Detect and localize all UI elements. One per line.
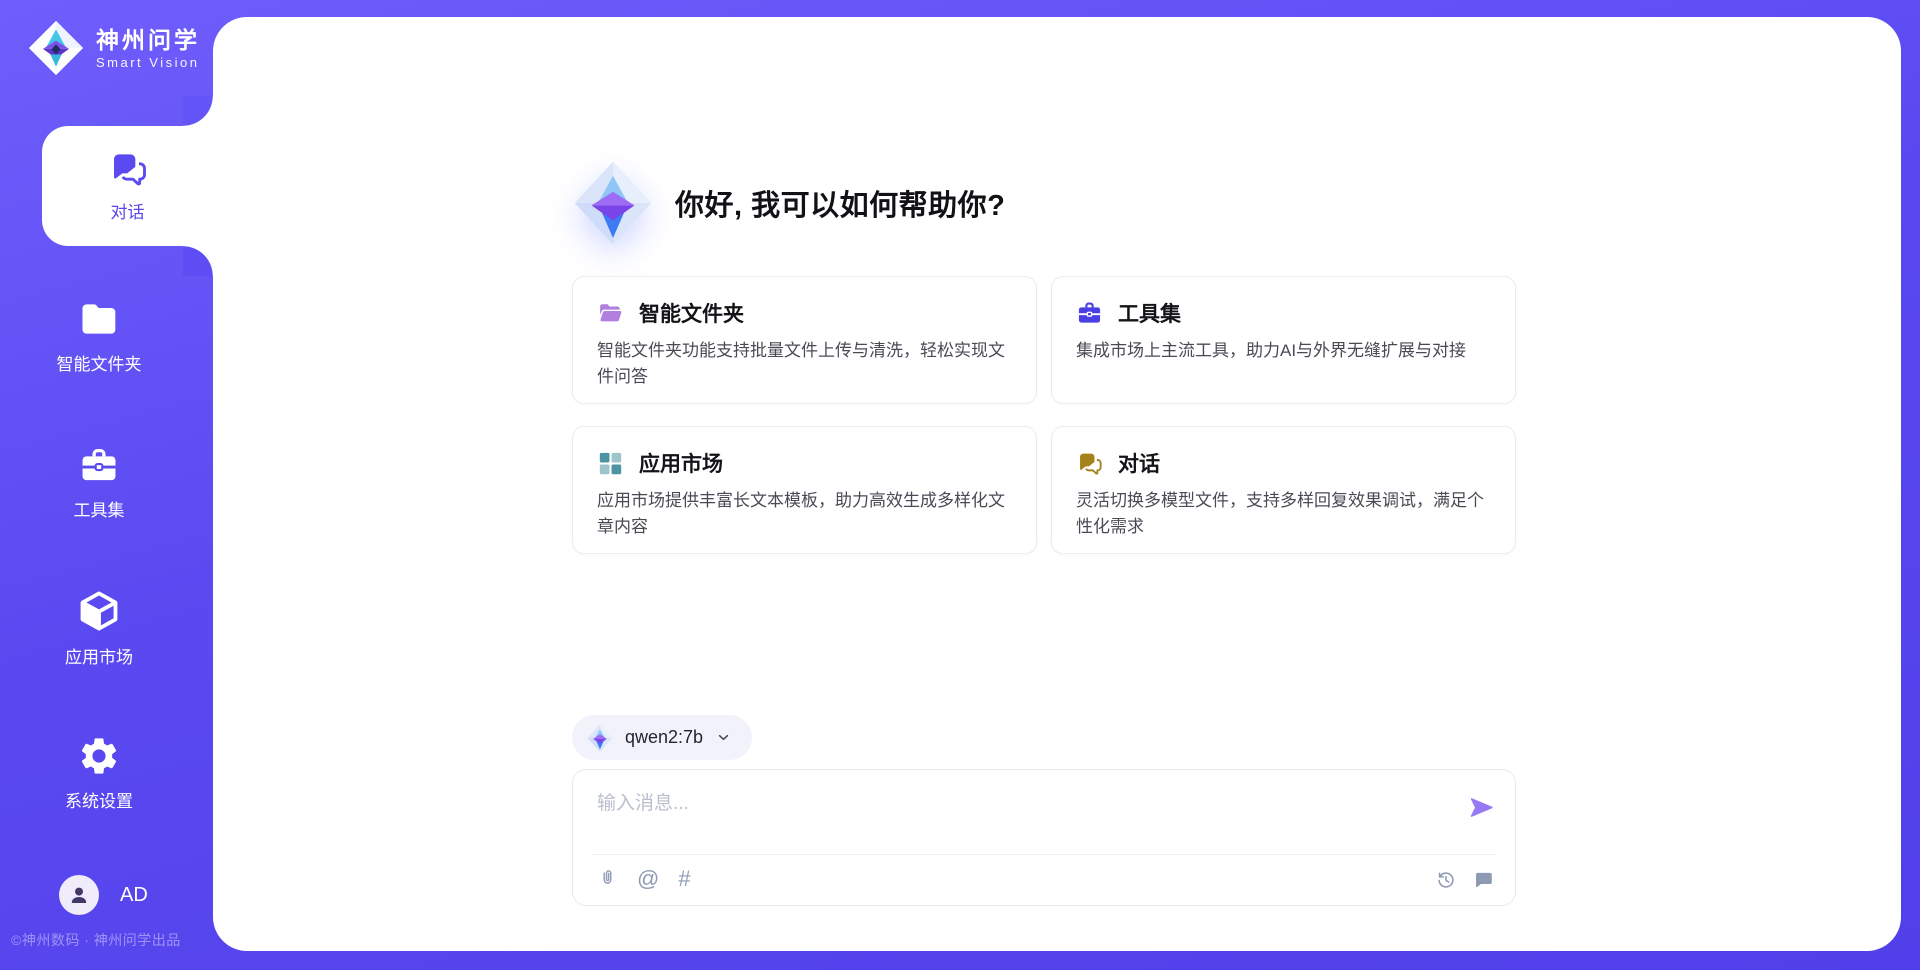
sidebar-item-chat[interactable]: 对话	[42, 126, 213, 246]
app-logo: 神州问学 Smart Vision	[28, 20, 200, 76]
sidebar-item-smart-folder[interactable]: 智能文件夹	[0, 297, 198, 375]
card-description: 灵活切换多模型文件，支持多样回复效果调试，满足个性化需求	[1076, 488, 1491, 539]
feature-cards: 智能文件夹 智能文件夹功能支持批量文件上传与清洗，轻松实现文件问答 工具集 集成…	[572, 276, 1516, 554]
chat-bubble-icon[interactable]	[1472, 869, 1494, 891]
folder-icon	[77, 297, 121, 341]
sidebar-item-label: 对话	[111, 198, 145, 223]
diamond-logo-icon	[28, 20, 84, 76]
briefcase-icon	[1076, 300, 1103, 327]
message-composer: @ #	[572, 769, 1516, 906]
person-icon	[67, 883, 91, 907]
card-description: 应用市场提供丰富长文本模板，助力高效生成多样化文章内容	[597, 488, 1012, 539]
card-toolbox[interactable]: 工具集 集成市场上主流工具，助力AI与外界无缝扩展与对接	[1051, 276, 1516, 404]
user-name: AD	[120, 884, 148, 907]
composer-divider	[593, 854, 1495, 855]
chat-icon	[1076, 450, 1103, 477]
card-description: 集成市场上主流工具，助力AI与外界无缝扩展与对接	[1076, 338, 1491, 364]
history-icon[interactable]	[1435, 869, 1457, 891]
chat-icon	[108, 149, 148, 189]
sidebar-item-app-market[interactable]: 应用市场	[0, 588, 198, 668]
user-account[interactable]: AD	[59, 875, 148, 915]
app-subtitle: Smart Vision	[96, 55, 200, 70]
card-smart-folder[interactable]: 智能文件夹 智能文件夹功能支持批量文件上传与清洗，轻松实现文件问答	[572, 276, 1037, 404]
sidebar-item-label: 智能文件夹	[57, 350, 142, 375]
mention-icon[interactable]: @	[637, 868, 659, 890]
sidebar-item-label: 系统设置	[65, 787, 133, 812]
send-icon[interactable]	[1468, 794, 1495, 821]
chevron-down-icon	[715, 729, 732, 746]
model-name: qwen2:7b	[625, 727, 703, 748]
model-diamond-icon	[587, 724, 613, 752]
sidebar-item-settings[interactable]: 系统设置	[0, 734, 198, 812]
card-app-market[interactable]: 应用市场 应用市场提供丰富长文本模板，助力高效生成多样化文章内容	[572, 426, 1037, 554]
paperclip-icon[interactable]	[597, 867, 618, 890]
greeting: 你好, 我可以如何帮助你?	[573, 160, 1005, 246]
grid-icon	[597, 450, 624, 477]
cube-icon	[76, 588, 122, 634]
model-selector[interactable]: qwen2:7b	[572, 715, 752, 760]
greeting-diamond-icon	[573, 160, 653, 246]
card-chat[interactable]: 对话 灵活切换多模型文件，支持多样回复效果调试，满足个性化需求	[1051, 426, 1516, 554]
card-title: 智能文件夹	[639, 298, 744, 328]
card-description: 智能文件夹功能支持批量文件上传与清洗，轻松实现文件问答	[597, 338, 1012, 389]
hash-icon[interactable]: #	[678, 868, 690, 890]
avatar	[59, 875, 99, 915]
active-tab-curve-top	[183, 96, 213, 126]
card-title: 对话	[1118, 448, 1160, 478]
sidebar-item-label: 工具集	[74, 496, 125, 521]
active-tab-curve-bottom	[183, 246, 213, 276]
sidebar-item-toolbox[interactable]: 工具集	[0, 445, 198, 521]
sidebar-item-label: 应用市场	[65, 643, 133, 668]
copyright-footer: ©神州数码 · 神州问学出品	[11, 930, 181, 950]
toolbox-icon	[78, 445, 120, 487]
gear-icon	[77, 734, 121, 778]
card-title: 工具集	[1118, 298, 1181, 328]
card-title: 应用市场	[639, 448, 723, 478]
greeting-text: 你好, 我可以如何帮助你?	[675, 182, 1005, 224]
folder-open-icon	[597, 300, 624, 327]
app-title: 神州问学	[96, 26, 200, 55]
message-input[interactable]	[597, 788, 1457, 846]
